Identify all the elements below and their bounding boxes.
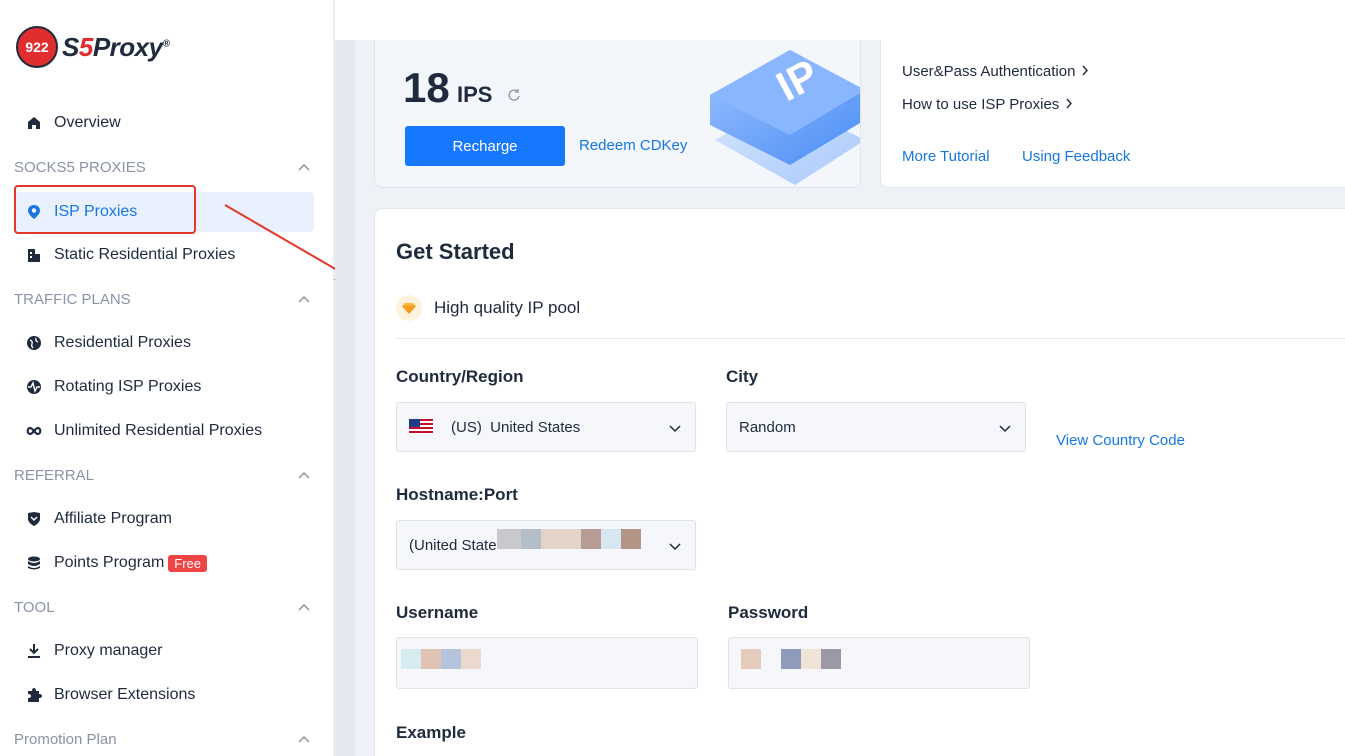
puzzle-icon xyxy=(26,687,42,703)
refresh-icon[interactable] xyxy=(507,88,521,105)
section-title: Promotion Plan xyxy=(14,730,117,748)
redacted-password xyxy=(741,649,841,669)
view-country-code-link[interactable]: View Country Code xyxy=(1056,432,1185,449)
home-icon xyxy=(26,115,42,131)
logo-badge: 922 xyxy=(16,26,58,68)
sidebar-item-label: Points Program xyxy=(54,554,165,571)
section-promotion-plan[interactable]: Promotion Plan xyxy=(14,724,314,754)
section-referral[interactable]: REFERRAL xyxy=(14,460,314,490)
pulse-icon xyxy=(26,379,42,395)
help-card: User&Pass Authentication How to use ISP … xyxy=(880,40,1345,188)
logo-proxy: Proxy xyxy=(92,31,163,62)
section-tool[interactable]: TOOL xyxy=(14,592,314,622)
sidebar-item-label: Residential Proxies xyxy=(54,334,191,351)
password-label: Password xyxy=(728,603,809,622)
logo-s: S xyxy=(62,31,79,62)
how-to-use-isp-link[interactable]: How to use ISP Proxies xyxy=(902,96,1073,113)
chevron-down-icon xyxy=(999,420,1011,437)
download-icon xyxy=(26,643,42,659)
sidebar-item-proxy-manager[interactable]: Proxy manager xyxy=(14,631,314,671)
highlight-annotation-box xyxy=(14,185,196,234)
sidebar-item-label: Browser Extensions xyxy=(54,686,196,703)
password-field[interactable] xyxy=(728,637,1030,689)
brand-logo[interactable]: 922 S5Proxy® xyxy=(16,26,170,68)
sidebar-item-unlimited-residential[interactable]: Unlimited Residential Proxies xyxy=(14,411,314,451)
sidebar-item-label: Affiliate Program xyxy=(54,510,172,527)
country-value: (US) United States xyxy=(451,418,581,436)
sidebar-item-label: Overview xyxy=(54,114,121,131)
more-tutorial-link[interactable]: More Tutorial xyxy=(902,148,990,165)
redacted-username xyxy=(401,649,481,669)
quality-row: High quality IP pool xyxy=(396,295,580,321)
redeem-cdkey-link[interactable]: Redeem CDKey xyxy=(579,137,687,154)
section-title: TOOL xyxy=(14,598,55,616)
chevron-up-icon xyxy=(294,295,314,303)
city-value: Random xyxy=(739,418,796,436)
hostname-value: (United State xyxy=(409,536,497,554)
chevron-down-icon xyxy=(669,420,681,437)
userpass-auth-link[interactable]: User&Pass Authentication xyxy=(902,63,1089,80)
sidebar-item-label: Rotating ISP Proxies xyxy=(54,378,202,395)
divider xyxy=(396,338,1345,339)
hostname-label: Hostname:Port xyxy=(396,485,518,504)
recharge-button[interactable]: Recharge xyxy=(405,126,565,166)
sidebar-item-rotating-isp[interactable]: Rotating ISP Proxies xyxy=(14,367,314,407)
sidebar-item-label: Proxy manager xyxy=(54,642,163,659)
logo-five: 5 xyxy=(78,31,93,62)
section-title: REFERRAL xyxy=(14,466,95,484)
sidebar-item-points[interactable]: Points Program Free xyxy=(14,543,314,583)
hostname-select[interactable]: (United State xyxy=(396,520,696,570)
sidebar-item-browser-extensions[interactable]: Browser Extensions xyxy=(14,675,314,715)
get-started-title: Get Started xyxy=(396,239,515,264)
city-select[interactable]: Random xyxy=(726,402,1026,452)
redacted-hostname xyxy=(497,529,641,549)
country-label: Country/Region xyxy=(396,367,524,386)
username-label: Username xyxy=(396,603,479,622)
infinity-icon xyxy=(26,423,42,439)
chevron-up-icon xyxy=(294,735,314,743)
building-icon xyxy=(26,247,42,263)
section-title: SOCKS5 PROXIES xyxy=(14,158,146,176)
logo-text: S5Proxy® xyxy=(62,31,170,63)
section-title: TRAFFIC PLANS xyxy=(14,290,131,308)
content-gutter xyxy=(335,40,355,756)
chevron-up-icon xyxy=(294,603,314,611)
sidebar: 922 S5Proxy® Overview SOCKS5 PROXIES ISP… xyxy=(0,0,334,756)
sidebar-item-label: Static Residential Proxies xyxy=(54,246,236,263)
coins-icon xyxy=(26,555,42,571)
ip-count: 18 xyxy=(403,64,450,111)
logo-reg: ® xyxy=(162,37,170,49)
sidebar-item-overview[interactable]: Overview xyxy=(14,103,314,143)
globe-icon xyxy=(26,335,42,351)
top-header xyxy=(335,0,1345,40)
quality-text: High quality IP pool xyxy=(434,298,581,317)
chevron-down-icon xyxy=(669,538,681,555)
us-flag-icon xyxy=(409,419,433,435)
shield-icon xyxy=(26,511,42,527)
ip-unit: IPS xyxy=(457,82,493,107)
using-feedback-link[interactable]: Using Feedback xyxy=(1022,148,1130,165)
country-select[interactable]: (US) United States xyxy=(396,402,696,452)
sidebar-item-label: Unlimited Residential Proxies xyxy=(54,422,263,439)
chevron-up-icon xyxy=(294,471,314,479)
help-link-label: User&Pass Authentication xyxy=(902,63,1076,80)
chevron-up-icon xyxy=(294,163,314,171)
diamond-icon xyxy=(396,295,422,321)
ip-balance-card: 18 IPS Recharge Redeem CDKey IP xyxy=(374,40,861,188)
chevron-right-icon xyxy=(1065,96,1073,113)
sidebar-item-residential[interactable]: Residential Proxies xyxy=(14,323,314,363)
ip-illustration: IP xyxy=(710,50,860,185)
username-field[interactable] xyxy=(396,637,698,689)
help-link-label: How to use ISP Proxies xyxy=(902,96,1060,113)
get-started-card: Get Started High quality IP pool Country… xyxy=(374,208,1345,756)
example-label: Example xyxy=(396,723,466,742)
city-label: City xyxy=(726,367,759,386)
section-socks5[interactable]: SOCKS5 PROXIES xyxy=(14,152,314,182)
sidebar-item-affiliate[interactable]: Affiliate Program xyxy=(14,499,314,539)
free-badge: Free xyxy=(168,554,207,572)
chevron-right-icon xyxy=(1081,63,1089,80)
